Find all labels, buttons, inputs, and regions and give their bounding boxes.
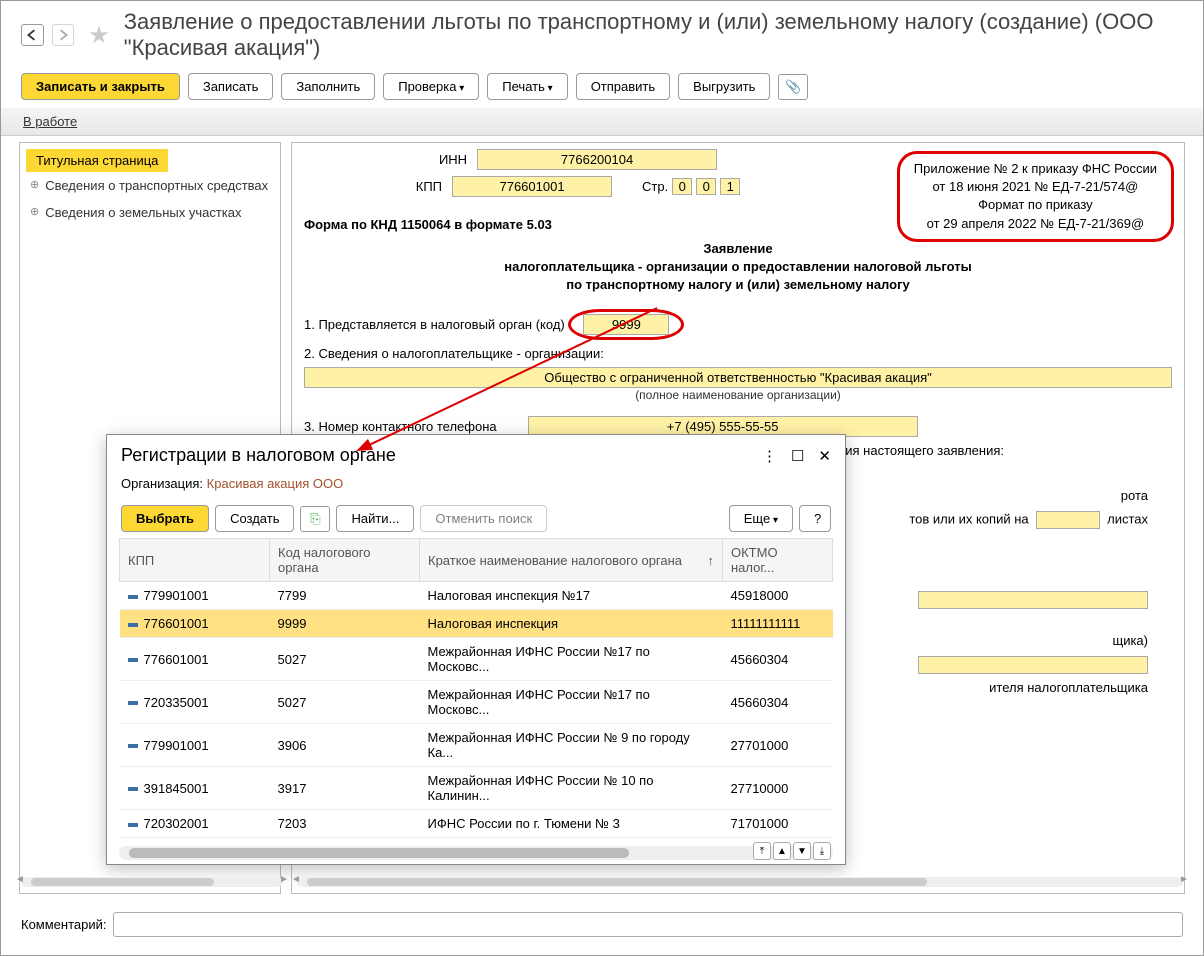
save-close-button[interactable]: Записать и закрыть (21, 73, 180, 100)
col-kpp[interactable]: КПП (120, 539, 270, 582)
org-sub: (полное наименование организации) (304, 388, 1172, 402)
frag3: щика) (1113, 633, 1149, 648)
attach-button[interactable]: 📎 (778, 74, 808, 100)
kpp-label: КПП (416, 179, 442, 194)
page-d0: 0 (672, 178, 692, 195)
comment-label: Комментарий: (21, 917, 107, 932)
infobox-line: от 29 апреля 2022 № ЕД-7-21/369@ (914, 215, 1157, 233)
kebab-icon[interactable]: ⋮ (762, 447, 777, 465)
nav-title[interactable]: Титульная страница (26, 149, 168, 172)
table-row[interactable]: 3918450013917Межрайонная ИФНС России № 1… (120, 767, 833, 810)
find-button[interactable]: Найти... (336, 505, 414, 532)
forward-button[interactable] (52, 24, 75, 46)
left-hscroll[interactable] (21, 877, 283, 887)
nav-item-land[interactable]: ⊕ Сведения о земельных участках (26, 199, 274, 226)
inn-field[interactable]: 7766200104 (477, 149, 717, 170)
registration-table: КПП Код налогового органа Краткое наимен… (119, 538, 833, 838)
leaves-label: листах (1107, 511, 1148, 526)
scroll-home-icon[interactable]: ⤒ (753, 842, 771, 860)
col-oktmo[interactable]: ОКТМО налог... (723, 539, 833, 582)
leaves-field[interactable] (1036, 511, 1100, 529)
tax-code-value: 9999 (583, 314, 669, 335)
check-dropdown[interactable]: Проверка (383, 73, 479, 100)
blank-field-2[interactable] (918, 656, 1148, 674)
more-dropdown[interactable]: Еще (729, 505, 793, 532)
fill-button[interactable]: Заполнить (281, 73, 375, 100)
back-button[interactable] (21, 24, 44, 46)
app-title-l1: Заявление (304, 240, 1172, 258)
toolbar: Записать и закрыть Записать Заполнить Пр… (1, 69, 1203, 108)
scroll-up-icon[interactable]: ▲ (773, 842, 791, 860)
table-row[interactable]: 7766010019999Налоговая инспекция11111111… (120, 610, 833, 638)
tax-code-field[interactable]: 9999 (568, 309, 684, 340)
info-box: Приложение № 2 к приказу ФНС России от 1… (897, 151, 1174, 242)
org-full-field[interactable]: Общество с ограниченной ответственностью… (304, 367, 1172, 388)
close-icon[interactable]: ✕ (818, 447, 831, 465)
table-row[interactable]: 7203020017203ИФНС России по г. Тюмени № … (120, 810, 833, 838)
nav-label: Сведения о транспортных средствах (45, 178, 268, 193)
row-icon (128, 658, 138, 662)
titlebar: ★ Заявление о предоставлении льготы по т… (1, 1, 1203, 69)
org-value: Красивая акация ООО (207, 476, 344, 491)
page-title: Заявление о предоставлении льготы по тра… (124, 9, 1183, 61)
page-label: Стр. (642, 179, 668, 194)
maximize-icon[interactable]: ☐ (791, 447, 804, 465)
save-button[interactable]: Записать (188, 73, 274, 100)
copy-button[interactable]: ⎘ (300, 506, 330, 532)
nav-label: Сведения о земельных участках (45, 205, 241, 220)
scroll-down-icon[interactable]: ▼ (793, 842, 811, 860)
registration-modal: Регистрации в налоговом органе ⋮ ☐ ✕ Орг… (106, 434, 846, 865)
main-hscroll[interactable] (297, 877, 1183, 887)
page-d2: 1 (720, 178, 740, 195)
print-dropdown[interactable]: Печать (487, 73, 567, 100)
select-button[interactable]: Выбрать (121, 505, 209, 532)
line3-label: 3. Номер контактного телефона (304, 419, 524, 434)
table-row[interactable]: 7799010013906Межрайонная ИФНС России № 9… (120, 724, 833, 767)
plus-icon: ⊕ (30, 178, 39, 193)
upload-button[interactable]: Выгрузить (678, 73, 770, 100)
infobox-line: Приложение № 2 к приказу ФНС России (914, 160, 1157, 178)
line1-label: 1. Представляется в налоговый орган (код… (304, 317, 565, 332)
send-button[interactable]: Отправить (576, 73, 670, 100)
row-icon (128, 623, 138, 627)
org-label: Организация: (121, 476, 203, 491)
row-icon (128, 823, 138, 827)
comment-input[interactable] (113, 912, 1184, 937)
col-code[interactable]: Код налогового органа (270, 539, 420, 582)
row-icon (128, 701, 138, 705)
status-link[interactable]: В работе (23, 114, 77, 129)
frag2: тов или их копий на (909, 511, 1028, 526)
row-icon (128, 595, 138, 599)
scroll-end-icon[interactable]: ⤓ (813, 842, 831, 860)
col-name[interactable]: Краткое наименование налогового органа ↑ (420, 539, 723, 582)
table-row[interactable]: 7766010015027Межрайонная ИФНС России №17… (120, 638, 833, 681)
row-icon (128, 744, 138, 748)
copy-icon: ⎘ (310, 511, 320, 527)
create-button[interactable]: Создать (215, 505, 294, 532)
blank-field-1[interactable] (918, 591, 1148, 609)
frag1: рота (1121, 488, 1148, 503)
inn-label: ИНН (439, 152, 467, 167)
table-row[interactable]: 7799010017799Налоговая инспекция №174591… (120, 582, 833, 610)
page-d1: 0 (696, 178, 716, 195)
table-row[interactable]: 7203350015027Межрайонная ИФНС России №17… (120, 681, 833, 724)
kpp-field[interactable]: 776601001 (452, 176, 612, 197)
status-bar: В работе (1, 108, 1203, 136)
plus-icon: ⊕ (30, 205, 39, 220)
app-title-l3: по транспортному налогу и (или) земельно… (304, 276, 1172, 294)
modal-hscroll[interactable]: ⤒ ▲ ▼ ⤓ (119, 846, 833, 860)
line2-label: 2. Сведения о налогоплательщике - органи… (304, 346, 1172, 361)
infobox-line: от 18 июня 2021 № ЕД-7-21/574@ (914, 178, 1157, 196)
nav-item-transport[interactable]: ⊕ Сведения о транспортных средствах (26, 172, 274, 199)
infobox-line: Формат по приказу (914, 196, 1157, 214)
app-title-l2: налогоплательщика - организации о предос… (304, 258, 1172, 276)
paperclip-icon: 📎 (785, 79, 801, 95)
modal-title: Регистрации в налоговом органе (121, 445, 762, 466)
cancel-search-button[interactable]: Отменить поиск (420, 505, 547, 532)
row-icon (128, 787, 138, 791)
help-button[interactable]: ? (799, 505, 831, 532)
favorite-star-icon[interactable]: ★ (88, 21, 110, 50)
frag4: ителя налогоплательщика (989, 680, 1148, 695)
app-title: Заявление налогоплательщика - организаци… (304, 240, 1172, 295)
